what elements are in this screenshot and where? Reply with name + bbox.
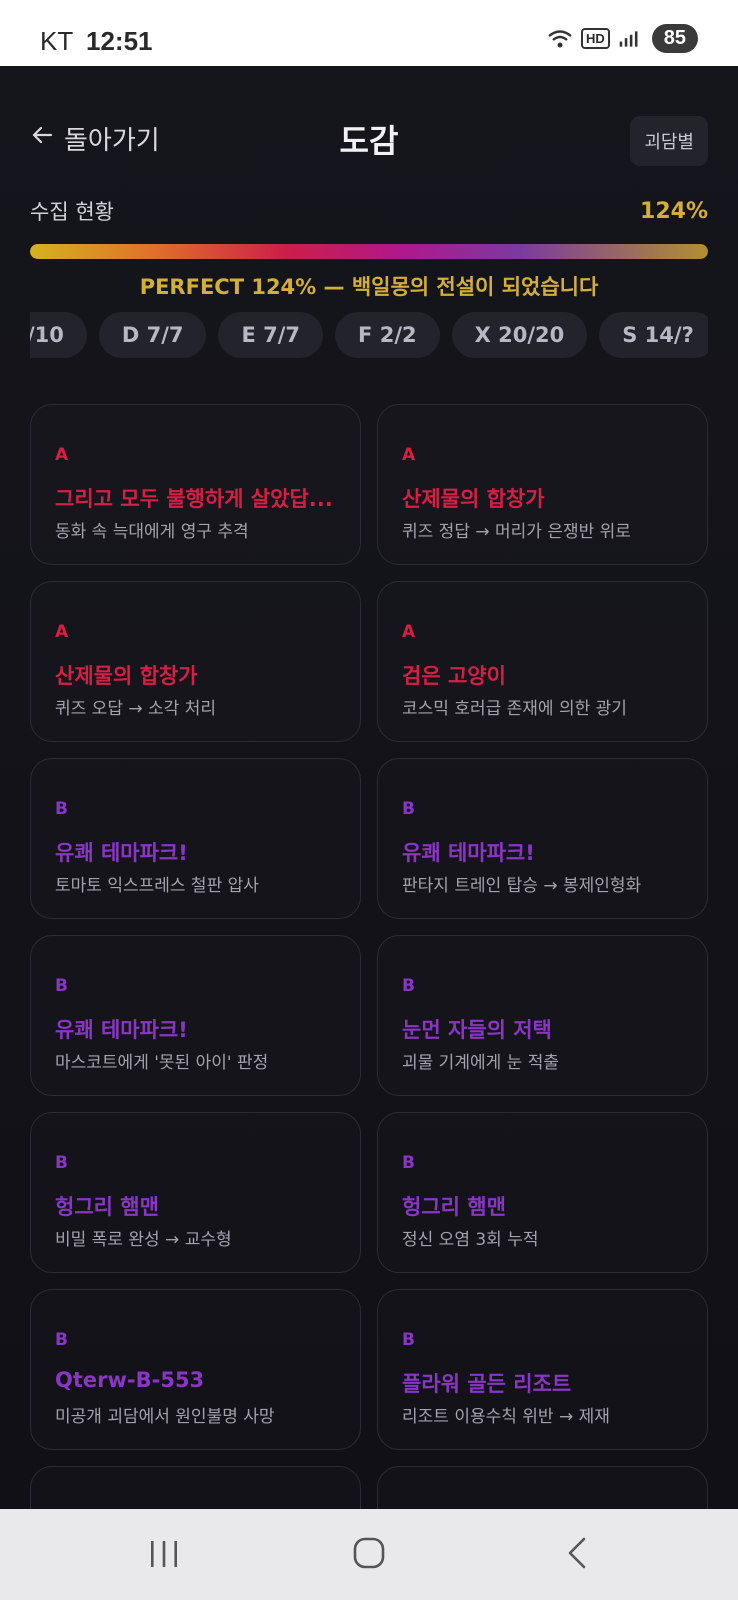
card-title: 유쾌 테마파크! <box>55 841 188 865</box>
collection-card[interactable]: B Qterw-B-553 미공개 괴담에서 원인불명 사망 <box>30 1289 361 1450</box>
header: 돌아가기 도감 괴담별 <box>0 66 738 206</box>
card-grade: B <box>55 799 68 819</box>
card-description: 리조트 이용수칙 위반 → 제재 <box>402 1407 610 1427</box>
card-grade: B <box>402 799 415 819</box>
collection-card[interactable]: C <box>30 1466 361 1509</box>
status-left: KT 12:51 <box>40 26 153 57</box>
collection-progress: 수집 현황 124% PERFECT 124% — 백일몽의 전설이 되었습니다 <box>30 196 708 301</box>
card-title: 헝그리 햄맨 <box>402 1195 506 1219</box>
collection-card[interactable]: A 검은 고양이코스믹 호러급 존재에 의한 광기 <box>377 581 708 742</box>
grade-filter-chip[interactable]: S 14/? <box>599 312 708 358</box>
grade-filter-chip[interactable]: F 2/2 <box>335 312 440 358</box>
collection-card[interactable]: B 눈먼 자들의 저택괴물 기계에게 눈 적출 <box>377 935 708 1096</box>
card-description: 퀴즈 정답 → 머리가 은쟁반 위로 <box>402 522 631 542</box>
grade-filter-chip[interactable]: X 20/20 <box>451 312 588 358</box>
card-title: 눈먼 자들의 저택 <box>402 1018 552 1042</box>
card-grade: A <box>55 445 69 465</box>
system-back-button[interactable] <box>517 1509 637 1600</box>
progress-fill <box>30 244 708 259</box>
card-description: 판타지 트레인 탑승 → 봉제인형화 <box>402 876 642 896</box>
collection-card[interactable]: B 유쾌 테마파크! 토마토 익스프레스 철판 압사 <box>30 758 361 919</box>
card-title: Qterw-B-553 <box>55 1368 205 1392</box>
card-description: 토마토 익스프레스 철판 압사 <box>55 876 259 896</box>
progress-track <box>30 244 708 259</box>
perfect-message: PERFECT 124% — 백일몽의 전설이 되었습니다 <box>139 275 599 299</box>
grade-filter-chip[interactable]: E 7/7 <box>218 312 324 358</box>
card-description: 괴물 기계에게 눈 적출 <box>402 1053 559 1073</box>
card-grade: B <box>55 1330 68 1350</box>
card-title: 산제물의 합창가 <box>55 664 198 688</box>
collection-card[interactable]: A 산제물의 합창가퀴즈 정답 → 머리가 은쟁반 위로 <box>377 404 708 565</box>
collection-card[interactable]: B 헝그리 햄맨비밀 폭로 완성 → 교수형 <box>30 1112 361 1273</box>
card-title: 유쾌 테마파크! <box>55 1018 188 1042</box>
collection-card[interactable]: B 플라워 골든 리조트리조트 이용수칙 위반 → 제재 <box>377 1289 708 1450</box>
card-description: 퀴즈 오답 → 소각 처리 <box>55 699 216 719</box>
collection-grid: A 그리고 모두 불행하게 살았답... 동화 속 늑대에게 영구 추격 A 산제물의 … <box>30 404 708 1509</box>
card-grade: A <box>55 622 69 642</box>
battery-indicator: 85 <box>651 24 698 53</box>
card-title: 그리고 모두 불행하게 살았답... <box>55 487 333 511</box>
collection-card[interactable]: B 헝그리 햄맨정신 오염 3회 누적 <box>377 1112 708 1273</box>
progress-label: 수집 현황 <box>30 200 114 224</box>
collection-card[interactable]: C <box>377 1466 708 1509</box>
card-grade: B <box>402 1330 415 1350</box>
grade-filter-chip[interactable]: D 7/7 <box>98 312 207 358</box>
app-screen: 돌아가기 도감 괴담별 수집 현황 124% PERFECT 124% — 백일… <box>0 66 738 1509</box>
home-icon <box>349 1533 389 1577</box>
recent-apps-icon <box>144 1533 184 1577</box>
recent-apps-button[interactable] <box>104 1509 224 1600</box>
card-title: 검은 고양이 <box>402 664 506 688</box>
carrier-label: KT <box>40 26 73 56</box>
card-title: 산제물의 합창가 <box>402 487 545 511</box>
back-icon <box>557 1533 597 1577</box>
card-description: 코스믹 호러급 존재에 의한 광기 <box>402 699 627 719</box>
grade-filter-chip[interactable]: C 10/10 <box>30 312 87 358</box>
card-description: 정신 오염 3회 누적 <box>402 1230 539 1250</box>
card-grade: A <box>402 445 416 465</box>
card-description: 미공개 괴담에서 원인불명 사망 <box>55 1407 275 1427</box>
card-grade: B <box>55 1153 68 1173</box>
card-grade: B <box>402 976 415 996</box>
back-label: 돌아가기 <box>64 126 160 156</box>
hd-badge: HD <box>580 28 610 49</box>
system-nav-bar <box>0 1509 738 1600</box>
back-button[interactable]: 돌아가기 <box>30 120 160 157</box>
progress-percent: 124% <box>640 198 708 224</box>
collection-card[interactable]: A 그리고 모두 불행하게 살았답... 동화 속 늑대에게 영구 추격 <box>30 404 361 565</box>
status-bar: KT 12:51 HD 85 <box>0 0 738 66</box>
home-button[interactable] <box>309 1509 429 1600</box>
card-grade: A <box>402 622 416 642</box>
card-title: 헝그리 햄맨 <box>55 1195 159 1219</box>
card-grade: B <box>402 1153 415 1173</box>
card-title: 유쾌 테마파크! <box>402 841 535 865</box>
grade-filter-bar[interactable]: C 10/10D 7/7E 7/7F 2/2X 20/20S 14/? <box>30 312 708 360</box>
clock: 12:51 <box>86 26 153 56</box>
card-description: 비밀 폭로 완성 → 교수형 <box>55 1230 232 1250</box>
signal-icon <box>618 28 644 50</box>
collection-card[interactable]: B 유쾌 테마파크! 마스코트에게 '못된 아이' 판정 <box>30 935 361 1096</box>
card-description: 동화 속 늑대에게 영구 추격 <box>55 522 249 542</box>
card-description: 마스코트에게 '못된 아이' 판정 <box>55 1053 269 1073</box>
status-right: HD 85 <box>547 24 698 53</box>
arrow-left-icon <box>30 123 54 154</box>
sort-by-story-button[interactable]: 괴담별 <box>630 116 708 166</box>
wifi-icon <box>547 28 573 50</box>
card-title: 플라워 골든 리조트 <box>402 1372 572 1396</box>
collection-card[interactable]: B 유쾌 테마파크! 판타지 트레인 탑승 → 봉제인형화 <box>377 758 708 919</box>
card-grade: B <box>55 976 68 996</box>
collection-card[interactable]: A 산제물의 합창가퀴즈 오답 → 소각 처리 <box>30 581 361 742</box>
